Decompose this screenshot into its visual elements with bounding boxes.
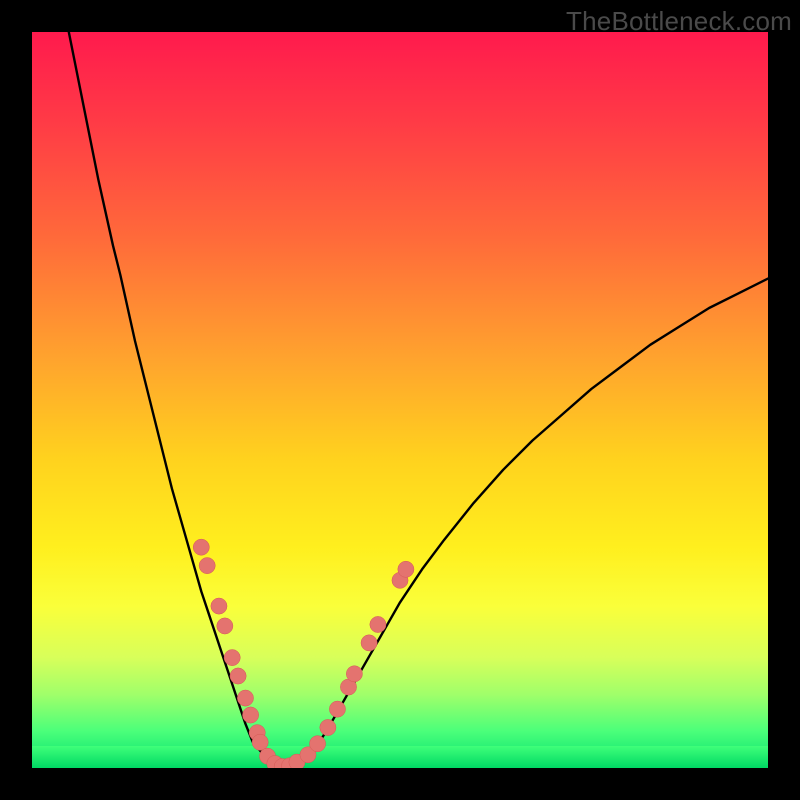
chart-frame: TheBottleneck.com [0,0,800,800]
plot-area [32,32,768,768]
curve-marker [199,558,215,574]
curve-marker [242,707,258,723]
curve-marker [211,598,227,614]
curve-marker [340,679,356,695]
curve-marker [193,539,209,555]
curve-marker [320,719,336,735]
curve-markers [193,539,414,768]
green-band [32,746,768,768]
curve-marker [361,635,377,651]
curve-marker [237,690,253,706]
curve-marker [370,616,386,632]
curve-marker [224,650,240,666]
chart-svg [32,32,768,768]
curve-marker [217,618,233,634]
curve-marker [230,668,246,684]
curve-marker [329,701,345,717]
curve-marker [392,572,408,588]
curve-marker [398,561,414,577]
bottleneck-curve [69,32,768,767]
watermark-text: TheBottleneck.com [566,6,792,37]
curve-marker [249,725,265,741]
curve-marker [346,666,362,682]
